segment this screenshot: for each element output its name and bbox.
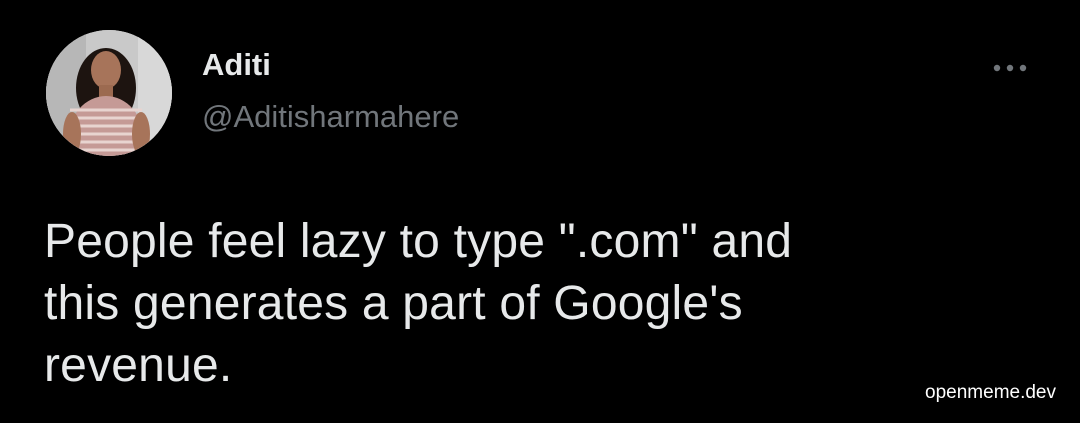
tweet-text-line: this generates a part of Google's (44, 277, 743, 330)
tweet-text-line: revenue. (44, 339, 233, 392)
avatar-photo-icon (46, 30, 172, 156)
avatar[interactable] (46, 30, 172, 156)
watermark: openmeme.dev (925, 382, 1056, 403)
more-horizontal-icon (993, 64, 1027, 72)
tweet-text-line: People feel lazy to type ".com" and (44, 215, 793, 268)
more-options-button[interactable] (986, 48, 1034, 88)
tweet-text: People feel lazy to type ".com" and this… (44, 211, 1044, 397)
author-display-name[interactable]: Aditi (202, 46, 271, 84)
tweet-card: Aditi @Aditisharmahere People feel lazy … (0, 0, 1080, 423)
author-handle[interactable]: @Aditisharmahere (202, 98, 459, 136)
